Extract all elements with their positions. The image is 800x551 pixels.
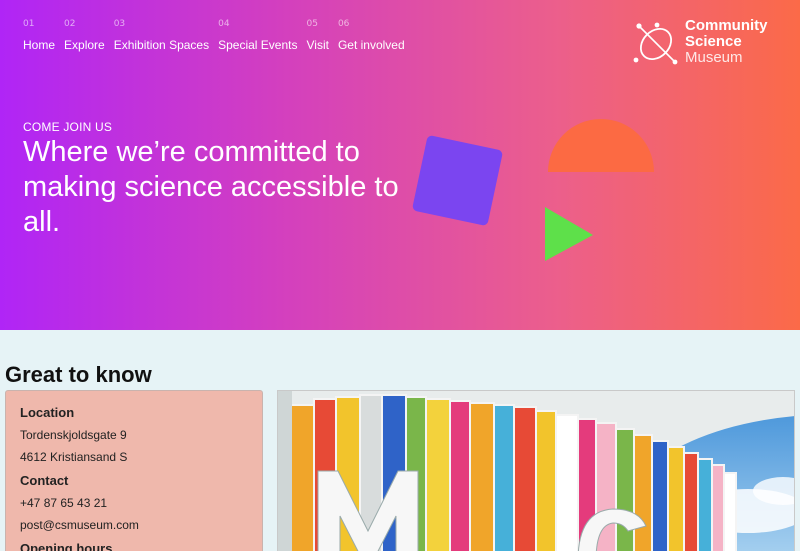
info-card: Location Tordenskjoldsgate 9 4612 Kristi… (5, 390, 263, 551)
nav-number: 02 (64, 19, 76, 29)
location-heading: Location (20, 405, 75, 420)
nav-item-get-involved[interactable]: 06 Get involved (338, 18, 405, 52)
nav-number: 01 (23, 19, 35, 29)
phone-number[interactable]: +47 87 65 43 21 (20, 497, 262, 510)
nav-item-home[interactable]: 01 Home (23, 18, 55, 52)
museum-building-photo (277, 390, 795, 551)
nav-number: 05 (306, 19, 318, 29)
contact-heading: Contact (20, 473, 69, 488)
nav-label[interactable]: Special Events (218, 38, 297, 52)
nav-label[interactable]: Get involved (338, 38, 405, 52)
nav-item-special-events[interactable]: 04 Special Events (218, 18, 297, 52)
nav-label[interactable]: Home (23, 38, 55, 52)
hero-headline: Where we’re committed to making science … (23, 136, 399, 238)
email-address[interactable]: post@csmuseum.com (20, 519, 262, 532)
hero-banner: 01 Home 02 Explore 03 Exhibition Spaces … (0, 0, 800, 330)
logo-line-2: Science (685, 33, 742, 50)
nav-label[interactable]: Exhibition Spaces (114, 38, 209, 52)
address-line-2: 4612 Kristiansand S (20, 450, 128, 464)
nav-label[interactable]: Explore (64, 38, 105, 52)
main-nav: 01 Home 02 Explore 03 Exhibition Spaces … (23, 18, 414, 52)
logo-line-3: Museum (685, 49, 743, 66)
logo-wordmark: Community Science Museum (685, 18, 768, 66)
site-logo[interactable]: Community Science Museum (633, 18, 768, 68)
nav-label[interactable]: Visit (306, 38, 328, 52)
nav-item-visit[interactable]: 05 Visit (306, 18, 328, 52)
section-title: Great to know (5, 362, 152, 387)
address-line-1: Tordenskjoldsgate 9 (20, 428, 127, 442)
museum-facade-illustration (278, 391, 794, 551)
atom-orbit-icon (633, 22, 678, 65)
orange-semicircle-shape (548, 119, 654, 172)
purple-square-shape (412, 135, 503, 226)
nav-number: 03 (113, 19, 126, 29)
nav-item-explore[interactable]: 02 Explore (64, 18, 105, 52)
hero-eyebrow: COME JOIN US (23, 120, 113, 134)
nav-number: 06 (337, 19, 350, 29)
nav-item-exhibition-spaces[interactable]: 03 Exhibition Spaces (114, 18, 209, 52)
nav-number: 04 (218, 19, 230, 29)
logo-line-1: Community (685, 17, 768, 34)
opening-hours-heading: Opening hours (20, 541, 113, 551)
green-triangle-shape (545, 207, 593, 261)
